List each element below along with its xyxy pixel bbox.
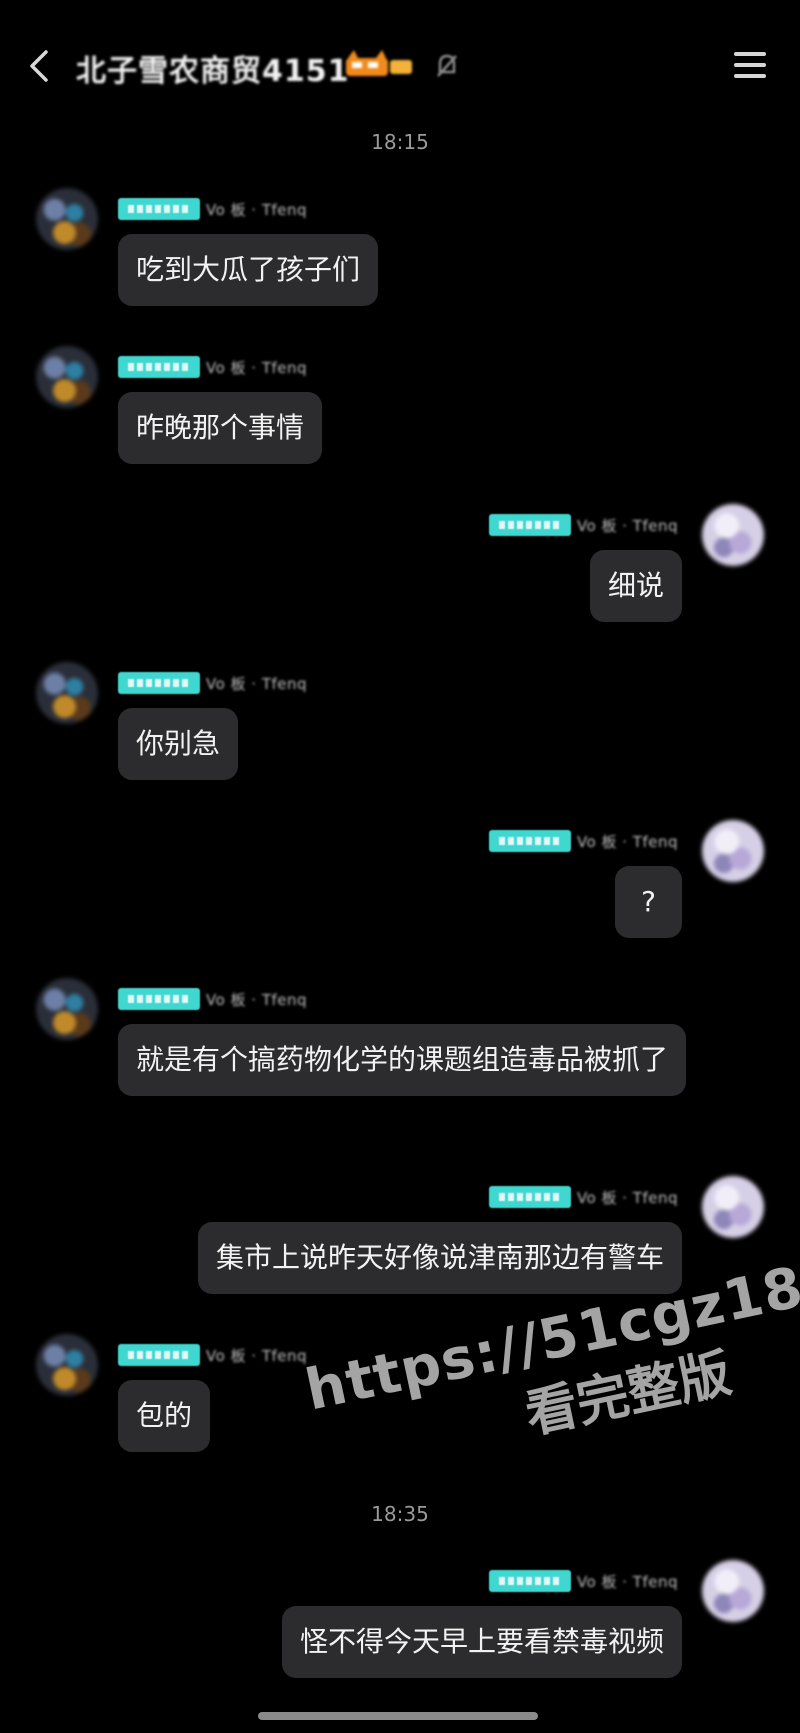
message-bubble[interactable]: 怪不得今天早上要看禁毒视频	[281, 1606, 682, 1678]
sender-nickname: Vo 板 · Tfenq	[576, 516, 678, 535]
sender-nickname: Vo 板 · Tfenq	[206, 1346, 308, 1365]
sender-info: Vo 板 · Tfenq	[118, 1344, 307, 1366]
level-badge	[118, 198, 200, 220]
back-button[interactable]	[22, 44, 58, 88]
avatar[interactable]	[36, 662, 98, 724]
chevron-left-icon	[30, 50, 48, 82]
message-bubble[interactable]: 集市上说昨天好像说津南那边有警车	[197, 1222, 682, 1294]
message-bubble[interactable]: 包的	[118, 1380, 211, 1452]
timestamp: 18:35	[371, 1502, 429, 1526]
sender-info: Vo 板 · Tfenq	[118, 988, 307, 1010]
sender-nickname: Vo 板 · Tfenq	[576, 1572, 678, 1591]
sender-info: Vo 板 · Tfenq	[118, 672, 307, 694]
level-badge	[488, 1570, 571, 1592]
avatar[interactable]	[702, 820, 764, 882]
level-badge	[118, 988, 200, 1010]
sender-nickname: Vo 板 · Tfenq	[576, 1188, 678, 1207]
sender-info: Vo 板 · Tfenq	[488, 1570, 678, 1592]
message-bubble[interactable]: 就是有个搞药物化学的课题组造毒品被抓了	[118, 1024, 686, 1096]
avatar[interactable]	[36, 978, 98, 1040]
sender-nickname: Vo 板 · Tfenq	[206, 358, 308, 377]
message-bubble[interactable]: ?	[615, 866, 682, 938]
fox-emoji-icon	[344, 48, 416, 84]
sender-info: Vo 板 · Tfenq	[118, 356, 307, 378]
message-bubble[interactable]: 你别急	[118, 708, 239, 780]
avatar[interactable]	[702, 1176, 764, 1238]
sender-nickname: Vo 板 · Tfenq	[206, 990, 308, 1009]
level-badge	[488, 514, 571, 536]
menu-line	[734, 52, 766, 56]
avatar[interactable]	[36, 188, 98, 250]
avatar[interactable]	[36, 1334, 98, 1396]
sender-info: Vo 板 · Tfenq	[118, 198, 307, 220]
timestamp: 18:15	[371, 130, 429, 154]
sender-nickname: Vo 板 · Tfenq	[206, 200, 308, 219]
level-badge	[118, 356, 200, 378]
message-bubble[interactable]: 吃到大瓜了孩子们	[118, 234, 379, 306]
mute-bell-icon	[436, 52, 458, 80]
menu-line	[734, 63, 766, 67]
home-indicator[interactable]	[258, 1712, 538, 1720]
sender-info: Vo 板 · Tfenq	[488, 1186, 678, 1208]
sender-nickname: Vo 板 · Tfenq	[206, 674, 308, 693]
chat-header: 北子雪农商贸4151	[0, 0, 800, 130]
level-badge	[118, 672, 200, 694]
more-menu-button[interactable]	[734, 50, 768, 80]
level-badge	[488, 1186, 571, 1208]
sender-info: Vo 板 · Tfenq	[488, 514, 678, 536]
message-bubble[interactable]: 昨晚那个事情	[118, 392, 323, 464]
level-badge	[488, 830, 571, 852]
avatar[interactable]	[702, 1560, 764, 1622]
avatar[interactable]	[36, 346, 98, 408]
sender-nickname: Vo 板 · Tfenq	[576, 832, 678, 851]
chat-title: 北子雪农商贸4151	[76, 54, 350, 89]
message-bubble[interactable]: 细说	[589, 550, 682, 622]
menu-line	[734, 74, 766, 78]
sender-info: Vo 板 · Tfenq	[488, 830, 678, 852]
level-badge	[118, 1344, 200, 1366]
avatar[interactable]	[702, 504, 764, 566]
